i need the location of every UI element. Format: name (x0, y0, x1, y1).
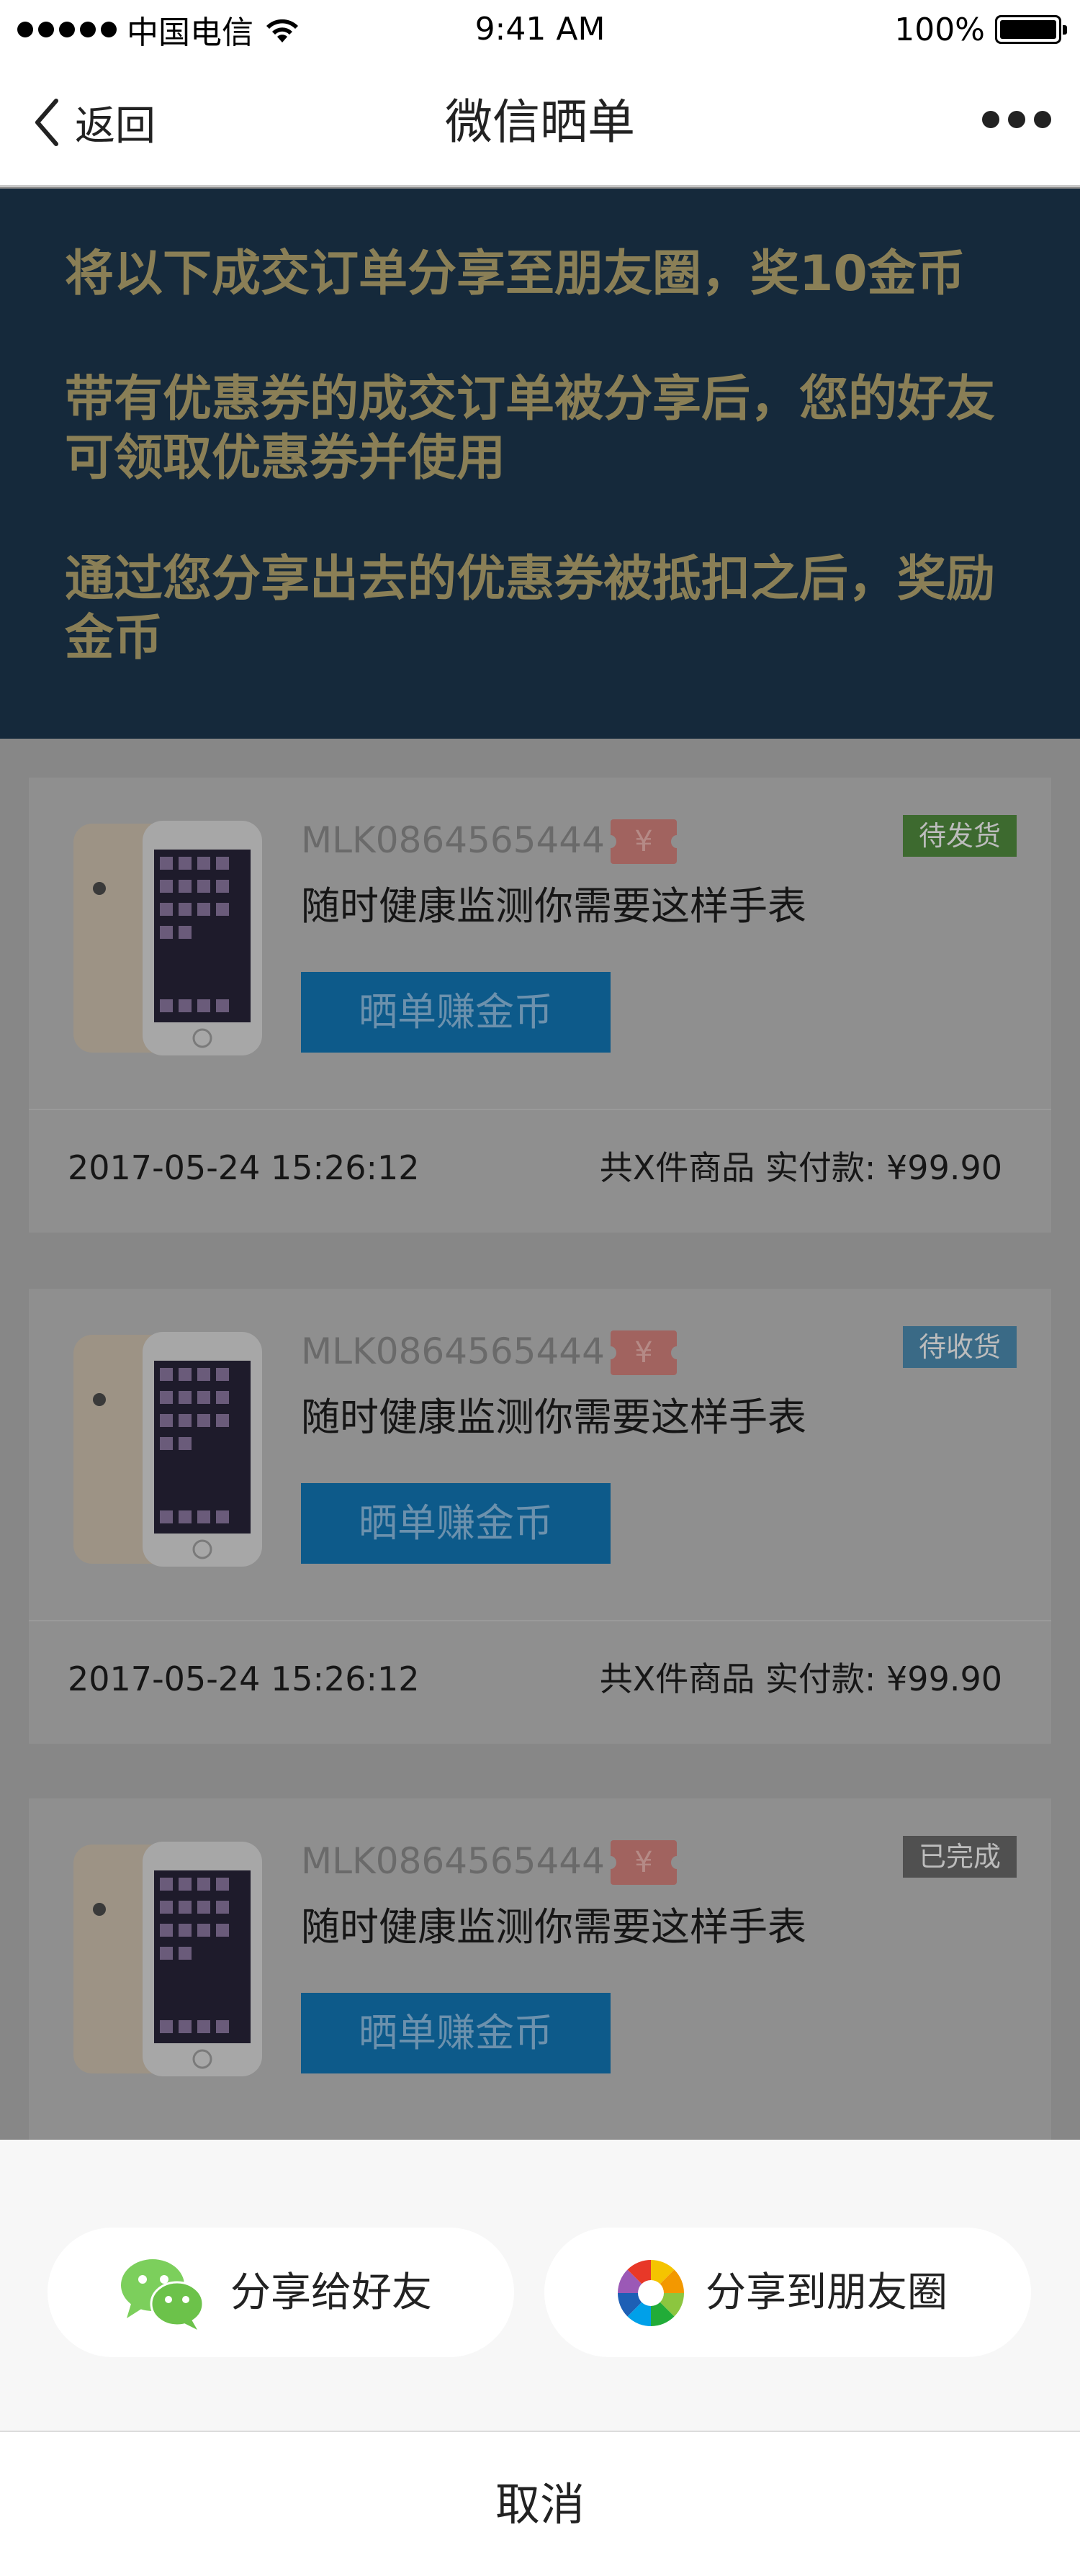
share-order-button[interactable]: 晒单赚金币 (301, 1993, 611, 2073)
order-number: MLK0864565444 (301, 819, 605, 861)
page-title: 微信晒单 (445, 94, 635, 150)
share-to-friend-button[interactable]: 分享给好友 (48, 2228, 514, 2357)
reward-banner: 将以下成交订单分享至朋友圈，奖10金币 带有优惠券的成交订单被分享后，您的好友可… (0, 189, 1080, 739)
order-footer: 2017-05-24 15:26:12 共X件商品 实付款: ¥99.90 (29, 1620, 1051, 1744)
coupon-icon: ¥ (605, 819, 683, 864)
order-footer: 2017-05-24 15:26:12 共X件商品 实付款: ¥99.90 (29, 1109, 1051, 1233)
product-name: 随时健康监测你需要这样手表 (301, 883, 806, 929)
order-card: MLK0864565444 ¥ 待收货 随时健康监测你需要这样手表 晒单赚金币 … (29, 1289, 1051, 1744)
product-image (73, 1842, 262, 2076)
share-to-moments-button[interactable]: 分享到朋友圈 (544, 2228, 1031, 2357)
coupon-icon: ¥ (605, 1840, 683, 1885)
status-badge: 已完成 (902, 1836, 1017, 1878)
product-image (73, 1332, 262, 1567)
status-badge: 待发货 (902, 815, 1017, 857)
share-order-button[interactable]: 晒单赚金币 (301, 972, 611, 1053)
battery-percent: 100% (894, 11, 985, 48)
status-badge: 待收货 (902, 1326, 1017, 1368)
product-image (73, 821, 262, 1055)
order-total: 共X件商品 实付款: ¥99.90 (599, 1148, 1002, 1187)
cancel-button[interactable]: 取消 (0, 2431, 1080, 2576)
order-card: MLK0864565444 ¥ 待发货 随时健康监测你需要这样手表 晒单赚金币 … (29, 778, 1051, 1233)
share-order-button[interactable]: 晒单赚金币 (301, 1483, 611, 1564)
share-to-friend-label: 分享给好友 (230, 2269, 432, 2316)
order-card: MLK0864565444 ¥ 已完成 随时健康监测你需要这样手表 晒单赚金币 (29, 1798, 1051, 2140)
coupon-icon: ¥ (605, 1330, 683, 1375)
order-total: 共X件商品 实付款: ¥99.90 (599, 1659, 1002, 1698)
share-to-moments-label: 分享到朋友圈 (706, 2269, 948, 2316)
banner-line-3: 通过您分享出去的优惠券被抵扣之后，奖励金币 (65, 551, 996, 667)
order-number: MLK0864565444 (301, 1330, 605, 1372)
status-right: 100% (894, 10, 1067, 49)
banner-line-1: 将以下成交订单分享至朋友圈，奖10金币 (65, 246, 966, 302)
banner-line-2: 带有优惠券的成交订单被分享后，您的好友可领取优惠券并使用 (65, 371, 996, 487)
order-number: MLK0864565444 (301, 1840, 605, 1882)
status-bar: 中国电信 9:41 AM 100% (0, 0, 1080, 59)
order-date: 2017-05-24 15:26:12 (68, 1659, 420, 1698)
moments-icon (618, 2260, 684, 2326)
product-name: 随时健康监测你需要这样手表 (301, 1904, 806, 1950)
nav-bar: 返回 微信晒单 (0, 59, 1080, 187)
more-icon[interactable] (982, 111, 1051, 128)
wechat-icon (121, 2259, 204, 2330)
order-date: 2017-05-24 15:26:12 (68, 1148, 420, 1187)
battery-icon (995, 15, 1067, 44)
product-name: 随时健康监测你需要这样手表 (301, 1395, 806, 1440)
share-sheet: 分享给好友 分享到朋友圈 取消 (0, 2140, 1080, 2576)
